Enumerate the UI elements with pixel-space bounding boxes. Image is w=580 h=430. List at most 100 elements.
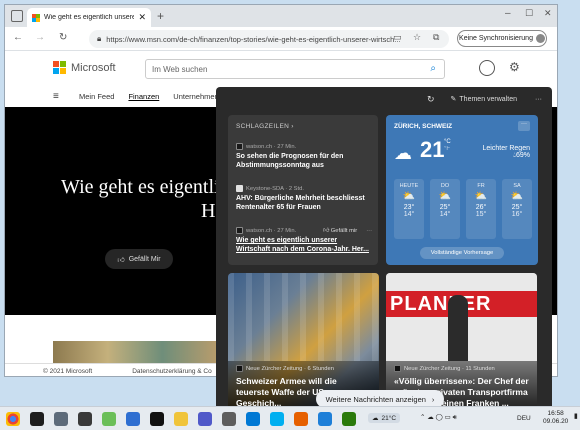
calculator-icon[interactable]	[78, 412, 92, 426]
tab-active[interactable]: Wie geht es eigentlich unserer K ✕	[27, 8, 151, 27]
weather-more-icon[interactable]: ···	[518, 121, 530, 131]
chrome-icon[interactable]	[6, 412, 20, 426]
manage-label: Themen verwalten	[459, 95, 517, 103]
msn-favicon-icon	[32, 13, 40, 22]
clock[interactable]: 16:58 09.06.20	[543, 410, 568, 426]
tab-title: Wie geht es eigentlich unserer K	[44, 14, 134, 21]
app-icon[interactable]	[54, 412, 68, 426]
windows-logo-icon	[53, 61, 66, 74]
app-icon[interactable]	[222, 412, 236, 426]
favorite-star-icon[interactable]: ☆	[413, 32, 421, 43]
footer-privacy-link[interactable]: Datenschutzerklärung & Co	[132, 368, 212, 375]
widgets-panel: ↻ ✎ Themen verwalten ··· SCHLAGZEILEN › …	[216, 87, 552, 412]
app-icon[interactable]	[342, 412, 356, 426]
profile-icon	[535, 34, 545, 43]
weather-temp: 21	[420, 137, 445, 162]
headlines-label[interactable]: SCHLAGZEILEN ›	[236, 123, 294, 130]
card-source: Neue Zürcher Zeitung · 11 Stunden	[404, 365, 495, 372]
collections-icon[interactable]: ⧉	[433, 32, 439, 43]
footer-copyright: © 2021 Microsoft	[43, 367, 93, 375]
web-search-input[interactable]: Im Web suchen ⌕	[145, 59, 445, 79]
notepad-icon[interactable]	[102, 412, 116, 426]
nav-finance[interactable]: Finanzen	[128, 92, 159, 101]
reader-icon[interactable]: ▭	[393, 32, 402, 43]
watson-logo-icon	[236, 143, 243, 150]
headline-source: watson.ch · 27 Min.	[246, 143, 297, 150]
forward-icon[interactable]: →	[35, 32, 45, 43]
nav-companies[interactable]: Unternehmen	[173, 92, 218, 101]
settings-gear-icon[interactable]: ⚙	[509, 60, 520, 74]
forecast-day[interactable]: SA ⛅ 25° 16°	[502, 179, 532, 239]
firefox-icon[interactable]	[294, 412, 308, 426]
tab-actions-icon[interactable]	[11, 10, 23, 22]
widgets-toolbar: ↻ ✎ Themen verwalten ···	[216, 87, 552, 111]
headline-item[interactable]: watson.ch · 27 Min. So sehen die Prognos…	[236, 143, 372, 170]
search-icon[interactable]: ⌕	[430, 63, 436, 74]
lock-icon: 🔒︎	[97, 34, 102, 43]
weather-card[interactable]: ZÜRICH, SCHWEIZ ··· ☁ 21 °C °F Leichter …	[386, 115, 538, 265]
edge-icon[interactable]	[318, 412, 332, 426]
more-options-icon[interactable]: ···	[535, 96, 542, 103]
sync-label: Keine Synchronisierung	[459, 35, 533, 42]
more-news-label: Weitere Nachrichten anzeigen	[325, 394, 426, 404]
headlines-card: SCHLAGZEILEN › watson.ch · 27 Min. So se…	[228, 115, 378, 265]
cloud-sun-icon: ⛅	[474, 191, 488, 202]
headline-item[interactable]: Keystone-SDA · 2 Std. AHV: Bürgerliche M…	[236, 185, 372, 212]
maximize-icon[interactable]: ☐	[525, 8, 533, 19]
unit-toggle[interactable]: °C °F	[444, 139, 451, 153]
terminal-icon[interactable]	[30, 412, 44, 426]
cloud-sun-icon: ⛅	[438, 191, 452, 202]
forecast-day[interactable]: FR ⛅ 26° 15°	[466, 179, 496, 239]
nzz-logo-icon	[394, 365, 401, 372]
minimize-icon[interactable]: –	[505, 8, 511, 19]
clock-time: 16:58	[547, 410, 564, 417]
store-icon[interactable]	[246, 412, 260, 426]
address-row: ← → ↻ 🔒︎ https://www.msn.com/de-ch/finan…	[5, 27, 557, 51]
cloud-sun-icon: ⛅	[402, 191, 416, 202]
clock-date: 09.06.20	[543, 418, 569, 425]
file-explorer-icon[interactable]	[174, 412, 188, 426]
full-forecast-link[interactable]: Vollständige Vorhersage	[420, 247, 504, 259]
manage-interests-button[interactable]: ✎ Themen verwalten	[451, 95, 517, 104]
planzer-photo: PLANZER	[386, 273, 537, 361]
headline-title: AHV: Bürgerliche Mehrheit beschliesst Re…	[236, 195, 365, 211]
close-tab-icon[interactable]: ✕	[138, 12, 146, 23]
weather-condition: Leichter Regen 💧︎69%	[482, 145, 530, 159]
nzz-logo-icon	[236, 365, 243, 372]
thumbs-up-icon: 👍︎	[117, 256, 125, 264]
brand-name: Microsoft	[71, 61, 116, 74]
forecast-day[interactable]: HEUTE ⛅ 23° 14°	[394, 179, 424, 239]
hamburger-icon[interactable]: ≡	[53, 91, 59, 102]
url-text: https://www.msn.com/de-ch/finanzen/top-s…	[106, 34, 401, 44]
headline-title: So sehen die Prognosen für den Abstimmun…	[236, 153, 344, 169]
mail-icon[interactable]	[126, 412, 140, 426]
like-button[interactable]: 👍︎ Gefällt Mir	[105, 249, 173, 269]
chevron-right-icon: ›	[431, 394, 435, 404]
account-icon[interactable]	[479, 60, 495, 76]
media-icon[interactable]	[150, 412, 164, 426]
tray-icons[interactable]: ⌃ ☁ ◯ ▭ 🔊︎	[420, 413, 457, 422]
skype-icon[interactable]	[270, 412, 284, 426]
taskbar: ☁ 21°C ⌃ ☁ ◯ ▭ 🔊︎ DEU 16:58 09.06.20 ▮	[0, 406, 580, 430]
headline-title: Wie geht es eigentlich unserer Wirtschaf…	[236, 237, 369, 253]
cloud-icon: ☁	[394, 143, 412, 163]
cloud-icon: ☁	[372, 415, 379, 422]
weather-widget-button[interactable]: ☁ 21°C	[368, 413, 401, 423]
search-placeholder: Im Web suchen	[152, 64, 208, 74]
refresh-widgets-icon[interactable]: ↻	[427, 94, 435, 105]
like-headline-button[interactable]: 👍︎ Gefällt mir	[323, 227, 357, 234]
forecast-day[interactable]: DO ⛅ 25° 14°	[430, 179, 460, 239]
teams-icon[interactable]	[198, 412, 212, 426]
language-indicator[interactable]: DEU	[517, 415, 531, 422]
notifications-icon[interactable]: ▮	[574, 412, 578, 420]
back-icon[interactable]: ←	[13, 32, 23, 43]
headline-more-icon[interactable]: ···	[366, 228, 372, 234]
nav-my-feed[interactable]: Mein Feed	[79, 92, 114, 101]
sync-button[interactable]: Keine Synchronisierung	[457, 30, 547, 47]
headline-item[interactable]: watson.ch · 27 Min. 👍︎ Gefällt mir ··· W…	[236, 227, 372, 254]
new-tab-icon[interactable]: +	[157, 9, 164, 23]
refresh-icon[interactable]: ↻	[59, 32, 67, 43]
headline-source: Keystone-SDA · 2 Std.	[246, 185, 304, 192]
close-window-icon[interactable]: ✕	[544, 8, 552, 19]
microsoft-logo[interactable]: Microsoft	[53, 61, 116, 74]
